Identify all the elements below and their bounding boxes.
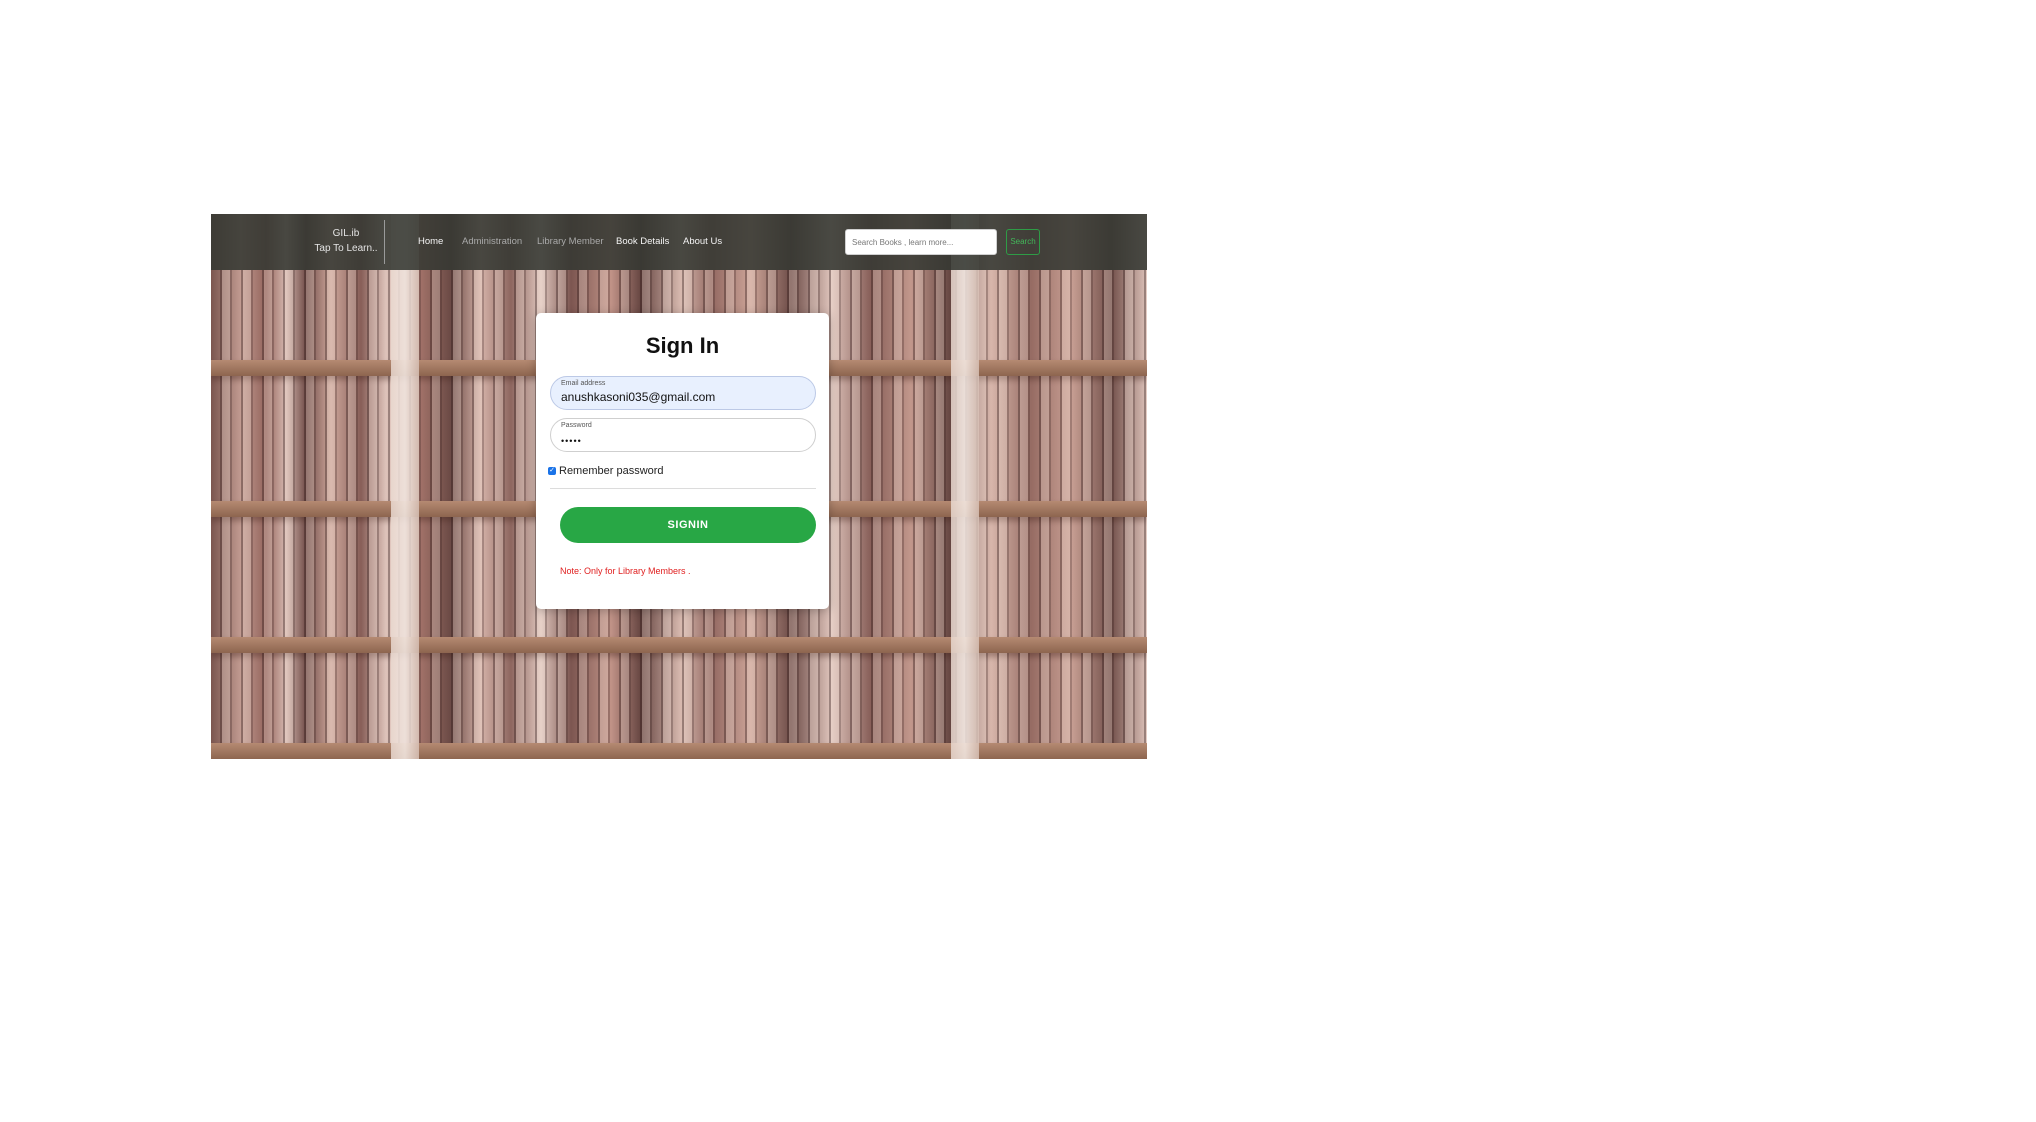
top-navbar: GIL.ib Tap To Learn.. Home Administratio… (211, 214, 1147, 270)
nav-link-library-member[interactable]: Library Member (537, 236, 604, 247)
brand-name: GIL.ib (332, 228, 360, 239)
shelf-4 (211, 743, 1147, 759)
app-screenshot: GIL.ib Tap To Learn.. Home Administratio… (211, 214, 1147, 759)
signin-card: Sign In Email address anushkasoni035@gma… (536, 313, 829, 609)
brand-tagline: Tap To Learn.. (314, 243, 378, 254)
shelf-3 (211, 637, 1147, 653)
form-divider (550, 488, 816, 489)
nav-link-book-details[interactable]: Book Details (616, 236, 669, 247)
email-value: anushkasoni035@gmail.com (561, 390, 716, 404)
nav-link-home[interactable]: Home (418, 236, 443, 247)
shelf-post-left (391, 214, 419, 759)
signin-title: Sign In (645, 333, 720, 358)
nav-link-administration[interactable]: Administration (462, 236, 522, 247)
password-label: Password (561, 422, 592, 429)
brand-divider (384, 220, 385, 264)
nav-link-about-us[interactable]: About Us (683, 236, 722, 247)
shelf-post-right (951, 214, 979, 759)
books-row-4 (211, 653, 1147, 743)
brand-logo[interactable]: GIL.ib Tap To Learn.. (307, 226, 385, 256)
email-label: Email address (561, 380, 606, 387)
password-value: ••••• (561, 436, 582, 446)
email-field[interactable]: Email address anushkasoni035@gmail.com (550, 376, 816, 410)
search-input[interactable]: Search Books , learn more... (845, 229, 997, 255)
remember-label: Remember password (559, 465, 664, 477)
signin-button[interactable]: SIGNIN (560, 507, 816, 543)
password-field[interactable]: Password ••••• (550, 418, 816, 452)
search-button[interactable]: Search (1006, 229, 1040, 255)
remember-checkbox[interactable]: ✓ (548, 467, 556, 475)
members-note: Note: Only for Library Members . (560, 566, 691, 576)
remember-password-row[interactable]: ✓ Remember password (548, 465, 664, 477)
